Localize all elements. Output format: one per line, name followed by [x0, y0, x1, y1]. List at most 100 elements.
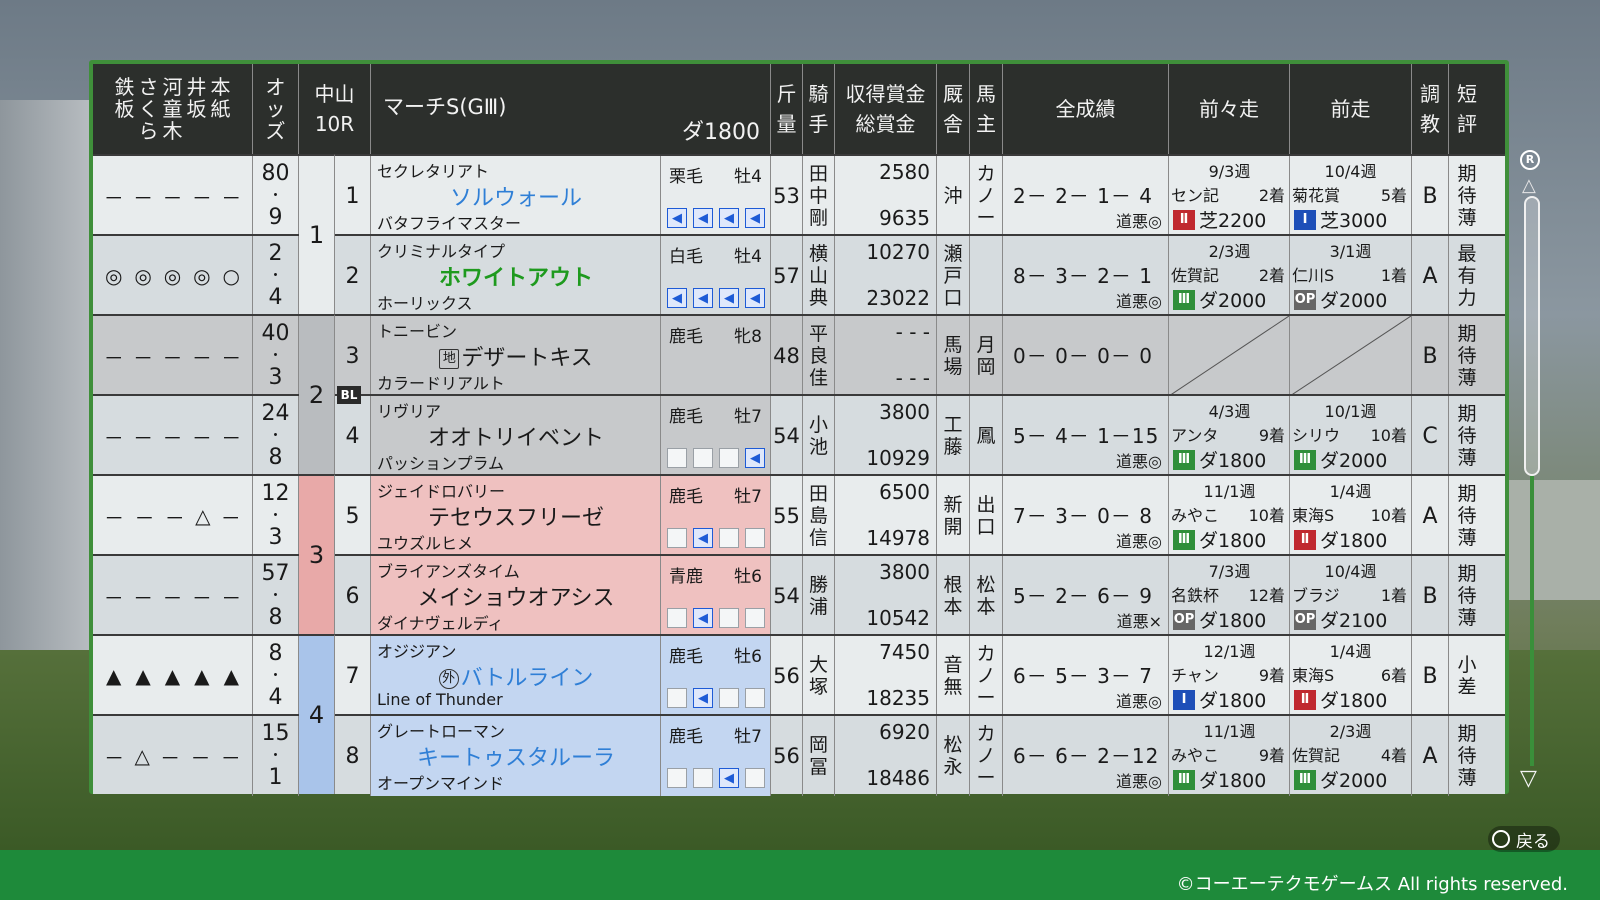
scrollbar-track[interactable] — [1530, 476, 1534, 766]
header-weight-bottom: 量 — [776, 112, 797, 136]
horse-name[interactable]: デザートキス — [461, 346, 592, 371]
horse-name-line[interactable]: メイショウオアシス — [371, 580, 661, 612]
predictor-marks: － － － － － — [93, 316, 253, 396]
prev2-race-cell: 11/1週 みやこ 9着 Ⅲ ダ1800 — [1169, 716, 1290, 796]
prev1-race-cell: 10/4週 ブラジ 1着 OP ダ2100 — [1290, 556, 1412, 636]
career-record: 6－ 5－ 3－ 7 — [1013, 664, 1153, 688]
short-comment: 期待薄 — [1457, 403, 1477, 469]
stable: 馬場 — [937, 316, 970, 396]
condition-arrows: ◀ — [667, 608, 765, 628]
scroll-up-icon[interactable]: △ — [1522, 175, 1536, 196]
coat-sex-cell: 鹿毛 牡7 ◀ — [661, 476, 771, 556]
horse-name[interactable]: オオトリイベント — [428, 426, 604, 451]
coat-sex-cell: 鹿毛 牡6 ◀ — [661, 636, 771, 716]
header-marks-col: 河童木 — [163, 76, 183, 142]
header-marks-char: 童 — [162, 97, 183, 121]
horse-name-cell[interactable]: オジジアン外バトルライン Line of Thunder — [371, 636, 661, 716]
record-cell: 5－ 2－ 6－ 9 道悪× — [1003, 556, 1169, 636]
horse-name[interactable]: メイショウオアシス — [417, 586, 614, 611]
back-button[interactable]: 戻る — [1488, 826, 1560, 852]
predictor-mark: － — [162, 425, 183, 450]
empty-box-icon — [693, 448, 713, 468]
horse-name-cell[interactable]: セクレタリアト ソルウォール バタフライマスター — [371, 156, 661, 236]
record-cell: 6－ 6－ 2－12 道悪◎ — [1003, 716, 1169, 796]
short-comment: 期待薄 — [1457, 323, 1477, 389]
race-placing: 10着 — [1248, 506, 1285, 525]
header-weight-top: 斤 — [776, 82, 797, 106]
race-placing: 10着 — [1370, 426, 1407, 445]
earned-prize: - - - — [895, 320, 930, 344]
race-week: 4/3週 — [1208, 402, 1251, 421]
horse-name-line[interactable]: ソルウォール — [371, 180, 661, 212]
header-marks-char: 板 — [114, 97, 135, 121]
track-condition: 道悪◎ — [1116, 772, 1162, 791]
odds-dot: ・ — [268, 428, 283, 444]
horse-name[interactable]: テセウスフリーゼ — [428, 506, 604, 531]
horse-name-line[interactable]: 外バトルライン — [371, 660, 661, 692]
course-distance: 芝3000 — [1320, 210, 1388, 232]
r-button-icon[interactable]: R — [1520, 150, 1540, 170]
horse-name-line[interactable]: テセウスフリーゼ — [371, 500, 661, 532]
horse-name[interactable]: バトルライン — [461, 666, 594, 691]
header-stable-top: 厩 — [943, 82, 963, 106]
race-distance: ダ1800 — [682, 120, 760, 145]
odds-dot: ・ — [268, 668, 283, 684]
scroll-down-icon[interactable]: ▽ — [1520, 766, 1537, 791]
horse-number: 5 — [335, 476, 371, 556]
record-cell: 5－ 4－ 1－15 道悪◎ — [1003, 396, 1169, 476]
horse-name[interactable]: ソルウォール — [450, 186, 582, 211]
empty-box-icon — [667, 528, 687, 548]
predictor-marks: － － － － － — [93, 156, 253, 236]
horse-name-cell[interactable]: ブライアンズタイム メイショウオアシス ダイナヴェルディ — [371, 556, 661, 636]
horse-name-line[interactable]: キートゥスタルーラ — [371, 740, 661, 772]
jockey: 大塚 — [803, 636, 835, 716]
horse-name[interactable]: キートゥスタルーラ — [417, 746, 615, 771]
jockey: 岡冨 — [803, 716, 835, 796]
coat-color: 白毛 — [669, 247, 703, 267]
header-odds: オッズ — [253, 64, 299, 154]
prize-cell: 7450 18235 — [835, 636, 937, 716]
header-predictor-marks: 鉄板さくら河童木井坂本紙 — [93, 64, 253, 154]
sex-age: 牡6 — [734, 647, 762, 667]
horse-name-line[interactable]: ホワイトアウト — [371, 260, 661, 292]
stable: 瀬戸口 — [937, 236, 970, 316]
odds-decimal: 1 — [268, 765, 283, 790]
race-name: みやこ — [1171, 746, 1220, 765]
predictor-mark: ○ — [222, 264, 240, 288]
horse-name-cell[interactable]: グレートローマン キートゥスタルーラ オープンマインド — [371, 716, 661, 796]
race-name: ブラジ — [1292, 586, 1340, 605]
predictor-mark: ▲ — [194, 664, 210, 688]
course-distance: ダ1800 — [1199, 530, 1267, 552]
odds-integer: 12 — [261, 481, 290, 506]
total-prize: 14978 — [866, 526, 930, 550]
horse-name-line[interactable]: 地デザートキス — [371, 340, 661, 372]
predictor-mark: － — [162, 585, 183, 610]
horse-name-cell[interactable]: リヴリア オオトリイベント パッションプラム — [371, 396, 661, 476]
predictor-mark: △ — [134, 744, 150, 768]
race-course: Ⅲ ダ1800 — [1173, 446, 1266, 473]
horse-name-cell[interactable]: ジェイドロバリー テセウスフリーゼ ユウズルヒメ — [371, 476, 661, 556]
prize-cell: 6500 14978 — [835, 476, 937, 556]
stable: 音無 — [937, 636, 970, 716]
horse-name[interactable]: ホワイトアウト — [439, 266, 593, 291]
empty-box-icon — [719, 608, 739, 628]
empty-box-icon — [745, 528, 765, 548]
race-placing: 10着 — [1370, 506, 1407, 525]
odds-dot: ・ — [268, 188, 283, 204]
sire-name: ブライアンズタイム — [377, 562, 520, 581]
header-training: 調教 — [1412, 64, 1449, 154]
header-jockey-top: 騎 — [808, 82, 829, 106]
condition-arrows: ◀ — [667, 528, 765, 548]
earned-prize: 6920 — [879, 720, 930, 744]
odds: 8 ・ 4 — [253, 636, 299, 716]
odds-decimal: 8 — [268, 445, 283, 470]
horse-number: 6 — [335, 556, 371, 636]
scrollbar-thumb[interactable] — [1524, 196, 1540, 476]
horse-name-line[interactable]: オオトリイベント — [371, 420, 661, 452]
horse-name-cell[interactable]: クリミナルタイプ ホワイトアウト ホーリックス — [371, 236, 661, 316]
horse-name-cell[interactable]: トニービン地デザートキス カラードリアルト — [371, 316, 661, 396]
predictor-mark: － — [220, 505, 241, 530]
race-course: Ⅲ ダ2000 — [1173, 286, 1266, 313]
owner: 松本 — [970, 556, 1003, 636]
sex-age: 牡7 — [734, 407, 762, 427]
